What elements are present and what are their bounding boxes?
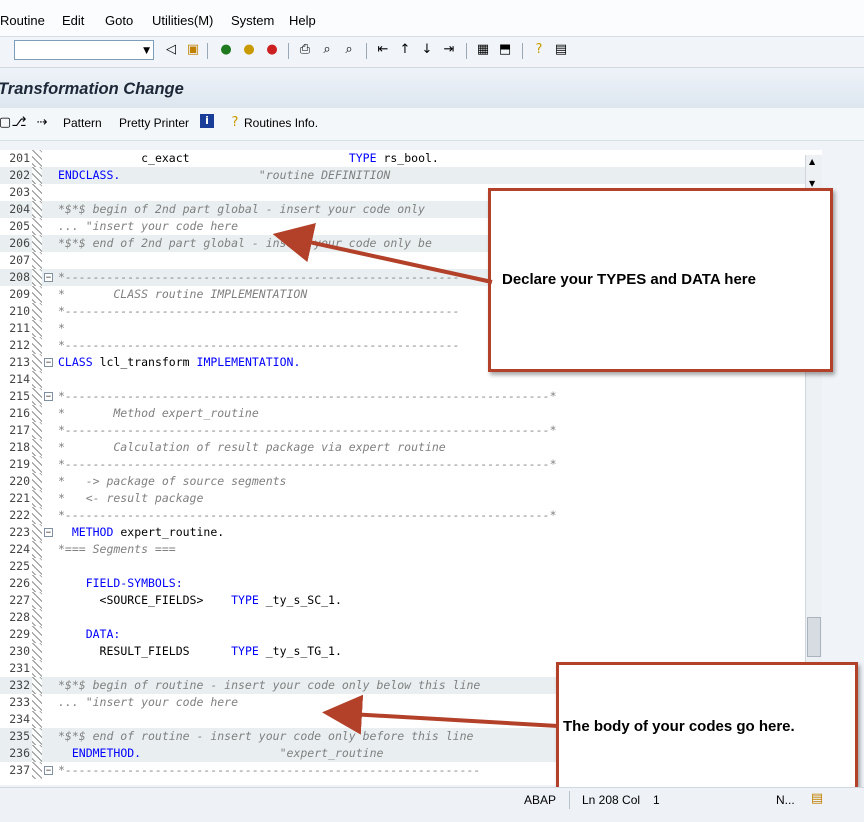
log-icon[interactable]: ▤ <box>808 790 826 808</box>
status-cursor-position: Ln 208 Col <box>582 793 641 807</box>
arrow-to-global-insert <box>272 223 493 284</box>
arrow-to-routine-insert <box>322 694 559 735</box>
status-insert-mode: N... <box>776 793 795 807</box>
status-column: 1 <box>653 793 660 807</box>
annotation-arrows <box>272 223 559 735</box>
status-language: ABAP <box>524 793 557 807</box>
status-separator <box>569 791 570 809</box>
status-bar: ABAP Ln 208 Col 1 N... ▤ <box>0 787 864 822</box>
